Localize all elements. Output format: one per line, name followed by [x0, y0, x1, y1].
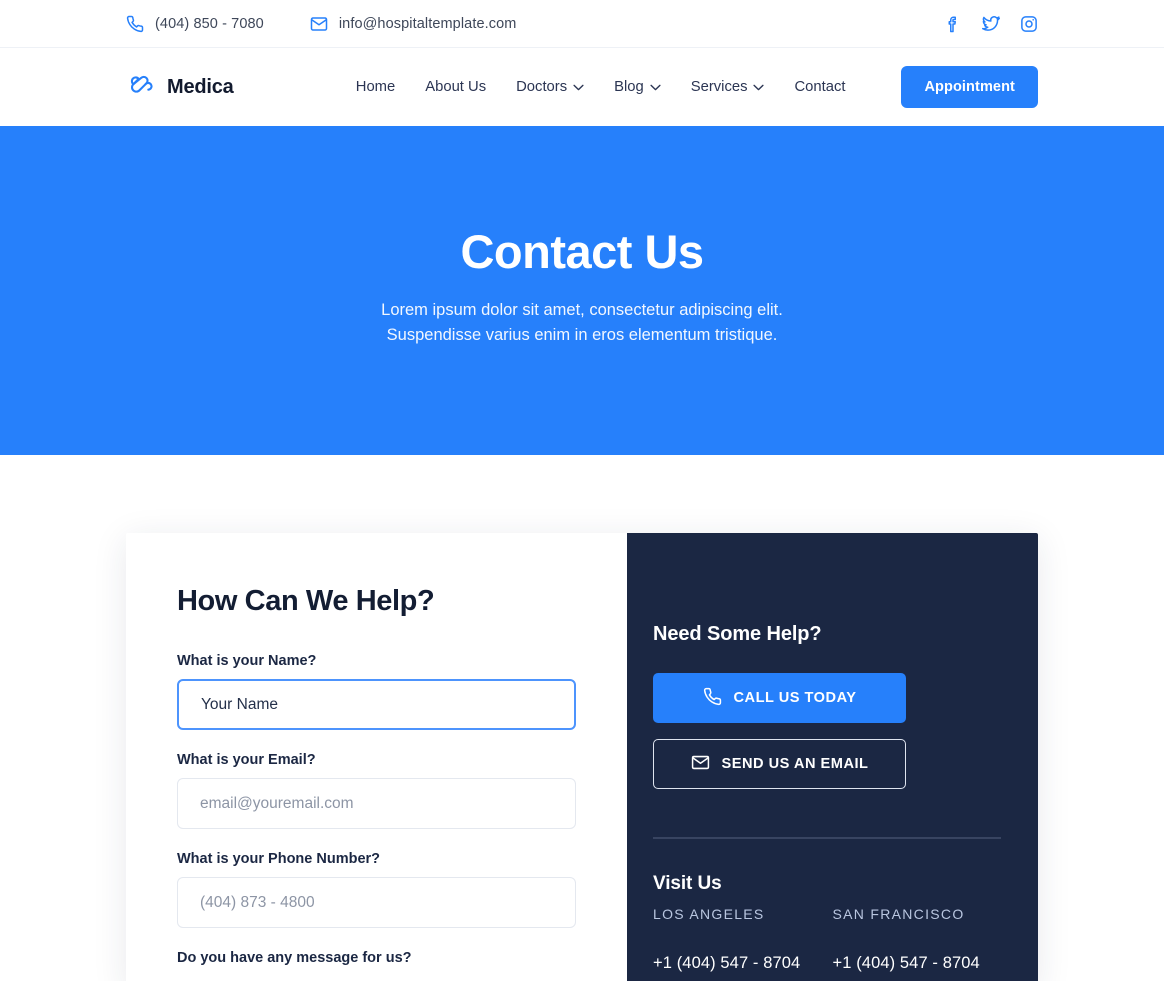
hero-banner: Contact Us Lorem ipsum dolor sit amet, c… — [0, 126, 1164, 455]
envelope-icon — [691, 753, 710, 776]
phone-icon — [703, 687, 722, 710]
topbar-email[interactable]: info@hospitaltemplate.com — [310, 15, 517, 33]
call-us-today-label: CALL US TODAY — [733, 690, 857, 706]
social-links — [944, 15, 1038, 33]
help-panel-title: Need Some Help? — [653, 623, 822, 645]
chevron-down-icon — [573, 84, 584, 91]
call-us-today-button[interactable]: CALL US TODAY — [653, 673, 906, 723]
chevron-down-icon — [753, 84, 765, 91]
instagram-icon[interactable] — [1020, 15, 1038, 33]
hero-subtitle: Lorem ipsum dolor sit amet, consectetur … — [381, 298, 783, 347]
nav-item-blog-label: Blog — [614, 79, 644, 95]
hero-subtitle-line-2: Suspendisse varius enim in eros elementu… — [386, 325, 778, 344]
nav-item-doctors-label: Doctors — [516, 79, 568, 95]
contact-form: How Can We Help? What is your Name? What… — [126, 533, 627, 981]
brand-logo[interactable]: Medica — [126, 70, 234, 105]
envelope-icon — [310, 15, 328, 33]
field-phone-label: What is your Phone Number? — [177, 851, 381, 867]
contact-section: How Can We Help? What is your Name? What… — [0, 533, 1164, 981]
nav-menu: Home About Us Doctors Blog Services Cont… — [356, 79, 846, 95]
field-email: What is your Email? — [177, 752, 576, 829]
field-name: What is your Name? — [177, 653, 576, 730]
phone-input[interactable] — [177, 877, 576, 928]
chevron-down-icon — [650, 84, 661, 91]
field-message-label: Do you have any message for us? — [177, 950, 412, 966]
location-phone[interactable]: +1 (404) 547 - 8704 — [833, 954, 1013, 973]
field-name-label: What is your Name? — [177, 653, 317, 669]
field-phone: What is your Phone Number? — [177, 851, 576, 928]
nav-item-services-label: Services — [690, 79, 748, 95]
brand-name: Medica — [167, 75, 234, 98]
panel-divider — [653, 837, 1001, 839]
phone-icon — [126, 15, 144, 33]
nav-item-contact[interactable]: Contact — [794, 79, 845, 95]
locations-list: LOS ANGELES +1 (404) 547 - 8704 SAN FRAN… — [653, 906, 1012, 973]
twitter-icon[interactable] — [982, 15, 1000, 33]
nav-item-services[interactable]: Services — [691, 79, 765, 95]
nav-item-doctors[interactable]: Doctors — [516, 79, 584, 95]
topbar-phone[interactable]: (404) 850 - 7080 — [126, 15, 264, 33]
topbar-contact-group: (404) 850 - 7080 info@hospitaltemplate.c… — [126, 15, 516, 33]
facebook-icon[interactable] — [944, 15, 962, 33]
send-us-an-email-label: SEND US AN EMAIL — [721, 756, 869, 772]
location-san-francisco: SAN FRANCISCO +1 (404) 547 - 8704 — [833, 906, 1013, 973]
hero-subtitle-line-1: Lorem ipsum dolor sit amet, consectetur … — [381, 301, 783, 319]
nav-item-about-us-label: About Us — [425, 79, 487, 95]
form-title: How Can We Help? — [177, 585, 435, 617]
help-panel: Need Some Help? CALL US TODAY SEND US AN… — [627, 533, 1038, 981]
location-city-name: LOS ANGELES — [653, 905, 765, 922]
name-input[interactable] — [177, 679, 576, 730]
field-email-label: What is your Email? — [177, 752, 316, 768]
topbar-phone-text: (404) 850 - 7080 — [155, 15, 264, 32]
email-input[interactable] — [177, 778, 576, 829]
appointment-button[interactable]: Appointment — [901, 66, 1038, 108]
location-phone[interactable]: +1 (404) 547 - 8704 — [653, 954, 833, 973]
nav-item-contact-label: Contact — [794, 79, 846, 95]
visit-us-title: Visit Us — [653, 872, 722, 894]
nav-item-about-us[interactable]: About Us — [425, 79, 486, 95]
nav-item-home[interactable]: Home — [356, 79, 395, 95]
nav-item-blog[interactable]: Blog — [614, 79, 661, 95]
topbar-email-text: info@hospitaltemplate.com — [338, 15, 517, 32]
field-message: Do you have any message for us? — [177, 950, 576, 966]
location-los-angeles: LOS ANGELES +1 (404) 547 - 8704 — [653, 906, 833, 973]
medical-cross-logo-icon — [126, 70, 156, 105]
main-navigation: Medica Home About Us Doctors Blog Servic… — [0, 48, 1164, 126]
location-city-name: SAN FRANCISCO — [832, 905, 965, 922]
send-us-an-email-button[interactable]: SEND US AN EMAIL — [653, 739, 906, 789]
contact-card: How Can We Help? What is your Name? What… — [126, 533, 1038, 981]
page-title: Contact Us — [460, 225, 704, 278]
nav-item-home-label: Home — [355, 79, 396, 95]
top-contact-bar: (404) 850 - 7080 info@hospitaltemplate.c… — [0, 0, 1164, 48]
